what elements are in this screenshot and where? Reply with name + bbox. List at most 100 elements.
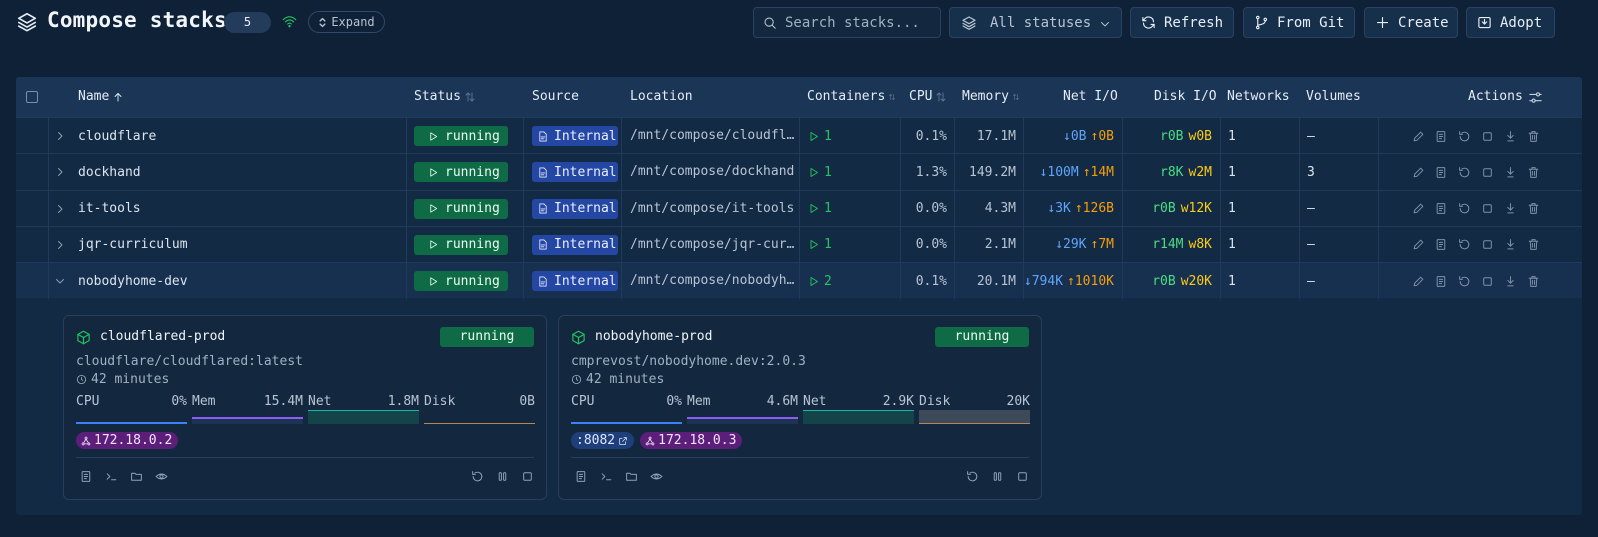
edit-icon[interactable]: [1412, 202, 1425, 215]
table-row[interactable]: it-tools running Internal /mnt/compose/i…: [16, 189, 1582, 227]
create-button[interactable]: Create: [1364, 7, 1458, 38]
edit-icon[interactable]: [1412, 130, 1425, 143]
stop-icon[interactable]: [1481, 130, 1494, 143]
column-header-name[interactable]: Name: [78, 89, 124, 104]
stop-icon[interactable]: [1481, 202, 1494, 215]
terminal-icon[interactable]: [600, 470, 613, 483]
logs-icon[interactable]: [1435, 238, 1448, 251]
restart-icon[interactable]: [1458, 238, 1471, 251]
row-expand-toggle[interactable]: [54, 263, 66, 299]
stack-name[interactable]: nobodyhome-dev: [78, 263, 188, 299]
stop-icon[interactable]: [521, 470, 534, 483]
status-filter-select[interactable]: All statuses: [949, 7, 1122, 38]
restart-icon[interactable]: [471, 470, 484, 483]
port-chip[interactable]: :8082: [571, 432, 635, 449]
logs-icon[interactable]: [1435, 275, 1448, 288]
pull-icon[interactable]: [1504, 166, 1517, 179]
stack-name[interactable]: cloudflare: [78, 118, 156, 154]
location-cell: /mnt/compose/jqr-curriculum: [630, 227, 798, 263]
from-git-button[interactable]: From Git: [1243, 7, 1355, 38]
cpu-value: 0.0%: [915, 201, 947, 217]
restart-icon[interactable]: [1458, 202, 1471, 215]
disk-write: w0B: [1188, 128, 1212, 144]
restart-icon[interactable]: [966, 470, 979, 483]
logs-icon[interactable]: [1435, 166, 1448, 179]
stack-location: /mnt/compose/it-tools: [630, 200, 795, 216]
pull-icon[interactable]: [1504, 202, 1517, 215]
column-header-memory[interactable]: Memory: [962, 89, 1020, 104]
pause-icon[interactable]: [991, 470, 1004, 483]
stop-icon[interactable]: [1481, 166, 1494, 179]
row-expand-toggle[interactable]: [54, 154, 66, 190]
pull-icon[interactable]: [1504, 130, 1517, 143]
logs-icon[interactable]: [1435, 130, 1448, 143]
pause-icon[interactable]: [496, 470, 509, 483]
refresh-button[interactable]: Refresh: [1130, 7, 1234, 38]
eye-icon[interactable]: [650, 470, 663, 483]
delete-icon[interactable]: [1527, 166, 1540, 179]
column-containers-label: Containers: [807, 89, 886, 104]
row-expand-toggle[interactable]: [54, 227, 66, 263]
edit-icon[interactable]: [1412, 166, 1425, 179]
play-icon: [810, 204, 818, 214]
stop-icon[interactable]: [1016, 470, 1029, 483]
volumes-value: –: [1307, 273, 1315, 289]
container-uptime: 42 minutes: [76, 372, 169, 387]
stop-icon[interactable]: [1481, 238, 1494, 251]
table-row[interactable]: jqr-curriculum running Internal /mnt/com…: [16, 225, 1582, 263]
disk-io-value: r14M w8K: [1122, 227, 1212, 263]
pull-icon[interactable]: [1504, 275, 1517, 288]
terminal-icon[interactable]: [105, 470, 118, 483]
network-icon: [645, 436, 655, 445]
search-input[interactable]: [785, 12, 935, 34]
column-header-containers[interactable]: Containers: [807, 89, 896, 104]
stack-location: /mnt/compose/jqr-curriculum: [630, 236, 798, 252]
column-settings-icon[interactable]: [1528, 90, 1543, 105]
ip-text: 172.18.0.2: [94, 433, 173, 448]
column-header-source: Source: [532, 89, 579, 104]
restart-icon[interactable]: [1458, 166, 1471, 179]
delete-icon[interactable]: [1527, 130, 1540, 143]
restart-icon[interactable]: [1458, 130, 1471, 143]
container-actions-right: [471, 470, 534, 483]
adopt-button[interactable]: Adopt: [1466, 7, 1555, 38]
row-expand-toggle[interactable]: [54, 191, 66, 227]
pull-icon[interactable]: [1504, 238, 1517, 251]
net-io-value: ↓3K ↑126B: [1023, 191, 1114, 227]
column-header-cpu[interactable]: CPU: [909, 89, 947, 104]
restart-icon[interactable]: [1458, 275, 1471, 288]
select-all-checkbox[interactable]: [26, 91, 38, 103]
delete-icon[interactable]: [1527, 202, 1540, 215]
mem-metric-label: Mem: [687, 394, 711, 409]
table-row[interactable]: dockhand running Internal /mnt/compose/d…: [16, 153, 1582, 191]
delete-icon[interactable]: [1527, 275, 1540, 288]
table-row[interactable]: nobodyhome-dev running Internal /mnt/com…: [16, 262, 1582, 300]
containers-cell: 1: [808, 227, 832, 263]
containers-count: 1: [808, 129, 832, 144]
row-expand-toggle[interactable]: [54, 118, 66, 154]
stop-icon[interactable]: [1481, 275, 1494, 288]
table-row[interactable]: cloudflare running Internal /mnt/compose…: [16, 117, 1582, 154]
container-actions-left: [575, 470, 663, 483]
delete-icon[interactable]: [1527, 238, 1540, 251]
eye-icon[interactable]: [155, 470, 168, 483]
play-icon: [430, 168, 438, 177]
edit-icon[interactable]: [1412, 238, 1425, 251]
logs-icon[interactable]: [80, 470, 93, 483]
folder-icon[interactable]: [625, 470, 638, 483]
logs-icon[interactable]: [1435, 202, 1448, 215]
column-header-disk-io: Disk I/O: [1154, 89, 1217, 104]
location-cell: /mnt/compose/cloudflare: [630, 118, 798, 154]
stack-name[interactable]: dockhand: [78, 154, 141, 190]
folder-icon[interactable]: [130, 470, 143, 483]
status-badge: running: [414, 198, 508, 219]
stack-name[interactable]: it-tools: [78, 191, 141, 227]
source-badge: Internal: [532, 271, 618, 292]
expand-button[interactable]: Expand: [308, 11, 385, 33]
logs-icon[interactable]: [575, 470, 588, 483]
play-icon: [810, 240, 818, 250]
edit-icon[interactable]: [1412, 275, 1425, 288]
disk-io-value: r0B w0B: [1122, 118, 1212, 154]
column-header-status[interactable]: Status: [414, 89, 476, 104]
stack-name[interactable]: jqr-curriculum: [78, 227, 188, 263]
